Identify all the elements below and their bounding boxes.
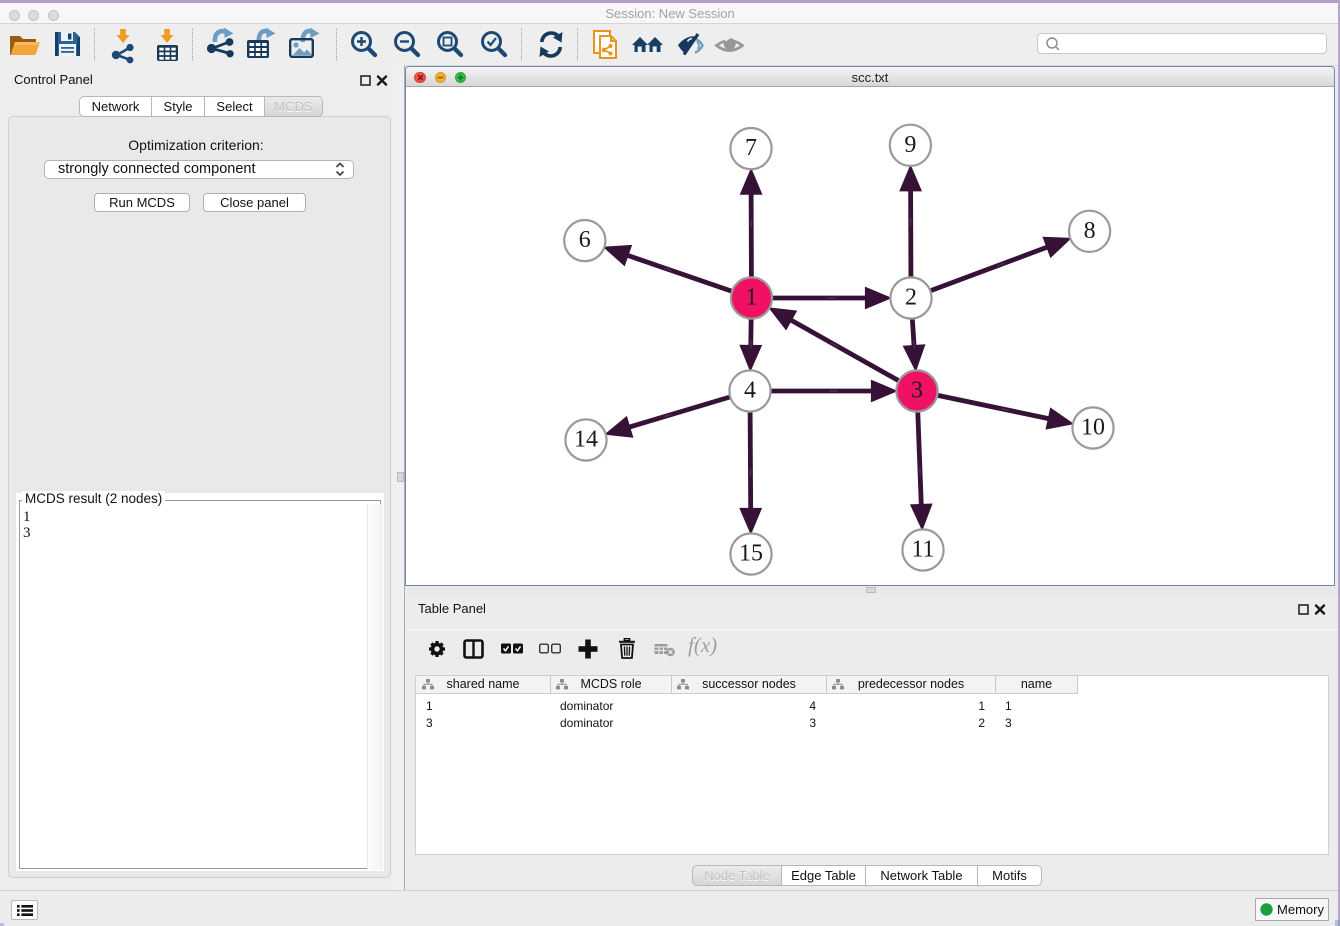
svg-text:8: 8: [1084, 218, 1096, 244]
svg-text:10: 10: [1081, 415, 1105, 441]
svg-text:9: 9: [904, 132, 916, 158]
svg-text:2: 2: [905, 285, 917, 311]
svg-text:7: 7: [745, 135, 757, 161]
svg-text:1: 1: [746, 285, 758, 311]
svg-text:3: 3: [911, 378, 923, 404]
svg-text:14: 14: [574, 427, 598, 453]
svg-text:4: 4: [744, 378, 756, 404]
svg-text:15: 15: [739, 541, 763, 567]
svg-text:6: 6: [579, 227, 591, 253]
svg-text:11: 11: [911, 537, 934, 563]
